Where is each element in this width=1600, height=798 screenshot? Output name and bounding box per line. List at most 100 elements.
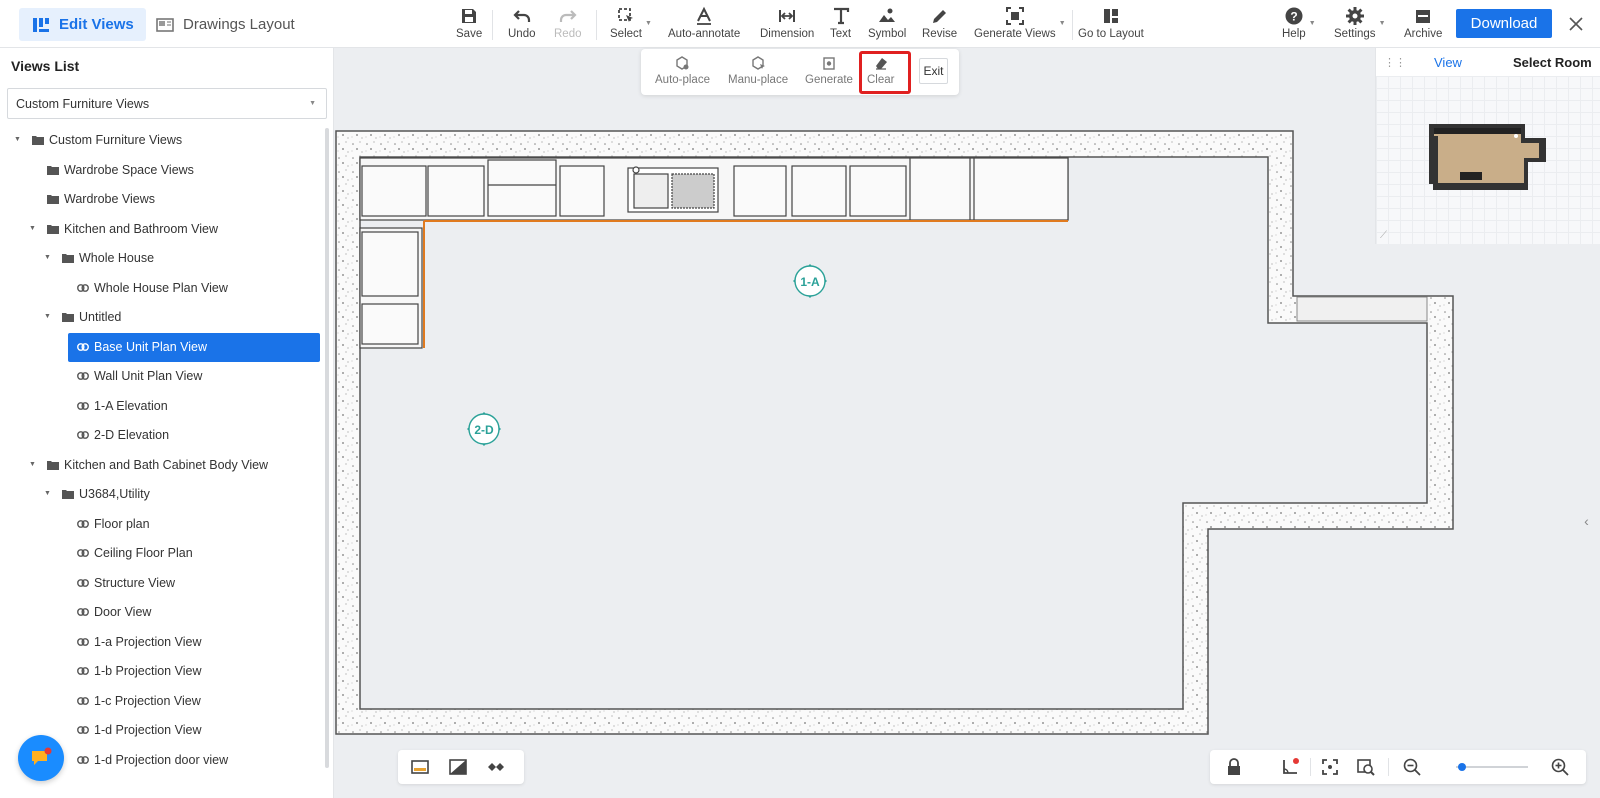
help-label: Help xyxy=(1282,28,1306,40)
tree-item[interactable]: Wardrobe Space Views xyxy=(0,156,320,185)
expand-caret-icon[interactable]: ▼ xyxy=(44,490,51,497)
tree-item[interactable]: 1-c Projection View xyxy=(0,687,320,716)
dimension-label: Dimension xyxy=(760,28,815,40)
tree-item[interactable]: Base Unit Plan View xyxy=(0,332,320,362)
auto-annotate-button[interactable]: Auto-annotate xyxy=(668,6,740,44)
view-type-select[interactable]: Custom Furniture Views ▼ xyxy=(7,88,327,119)
tree-item[interactable]: 1-A Elevation xyxy=(0,392,320,421)
tree-item[interactable]: Ceiling Floor Plan xyxy=(0,539,320,568)
tree-item[interactable]: Floor plan xyxy=(0,510,320,539)
symbol-toggle-button[interactable] xyxy=(486,757,506,777)
tree-item-label: Ceiling Floor Plan xyxy=(94,546,193,560)
tree-item[interactable]: ▼ Kitchen and Bath Cabinet Body View xyxy=(0,451,320,480)
tab-select-room[interactable]: Select Room xyxy=(1513,55,1592,70)
revise-button[interactable]: Revise xyxy=(922,6,957,44)
expand-caret-icon[interactable]: ▼ xyxy=(29,225,36,232)
symbol-icon xyxy=(879,8,896,22)
go-to-layout-button[interactable]: Go to Layout xyxy=(1078,6,1144,44)
redo-label: Redo xyxy=(554,28,582,40)
tree-item[interactable]: Whole House Plan View xyxy=(0,274,320,303)
snap-button[interactable] xyxy=(1280,757,1300,777)
zoom-in-button[interactable] xyxy=(1550,757,1570,777)
tree-item[interactable]: ▼ U3684,Utility xyxy=(0,480,320,509)
tree-item[interactable]: 2-D Elevation xyxy=(0,421,320,450)
link-icon xyxy=(76,369,90,383)
zoom-window-button[interactable] xyxy=(1356,757,1376,777)
folder-icon xyxy=(46,163,60,177)
toolbar-divider xyxy=(1072,10,1073,40)
link-icon xyxy=(76,546,90,560)
archive-label: Archive xyxy=(1404,28,1443,40)
tree-item[interactable]: ▼ Untitled xyxy=(0,303,320,332)
elevation-marker-1a[interactable]: 1-A xyxy=(793,264,827,298)
tree-item[interactable]: 1-a Projection View xyxy=(0,628,320,657)
expand-caret-icon[interactable]: ▼ xyxy=(29,461,36,468)
layer-button[interactable] xyxy=(410,757,430,777)
tree-item[interactable]: ▼ Custom Furniture Views xyxy=(0,126,320,155)
generate-views-button[interactable]: Generate Views ▼ xyxy=(974,6,1066,44)
zoom-window-icon xyxy=(1357,759,1375,776)
expand-panel-button[interactable]: ‹ xyxy=(1573,506,1600,536)
tree-item[interactable]: Door View xyxy=(0,598,320,627)
tree-item[interactable]: Wardrobe Views xyxy=(0,185,320,214)
tree-item[interactable]: 1-b Projection View xyxy=(0,657,320,686)
save-button[interactable]: Save xyxy=(456,6,482,44)
tree-item[interactable]: ▼ Kitchen and Bathroom View xyxy=(0,215,320,244)
tab-view[interactable]: View xyxy=(1434,55,1462,70)
lock-button[interactable] xyxy=(1224,757,1244,777)
chevron-down-icon: ▼ xyxy=(309,100,316,107)
tab-edit-views-label: Edit Views xyxy=(59,16,134,33)
exit-button[interactable]: Exit xyxy=(919,58,948,84)
undo-button[interactable]: Undo xyxy=(508,6,536,44)
manu-place-icon xyxy=(752,56,766,70)
manu-place-button[interactable]: Manu-place xyxy=(728,55,788,91)
chevron-down-icon: ▼ xyxy=(1378,20,1386,27)
tab-drawings-layout[interactable]: Drawings Layout xyxy=(143,8,307,41)
tree-item[interactable]: ▼ Whole House xyxy=(0,244,320,273)
select-button[interactable]: Select ▼ xyxy=(610,6,652,44)
link-icon xyxy=(76,605,90,619)
expand-caret-icon[interactable]: ▼ xyxy=(14,136,21,143)
redo-button[interactable]: Redo xyxy=(554,6,582,44)
tree-item[interactable]: Wall Unit Plan View xyxy=(0,362,320,391)
fill-toggle-icon xyxy=(449,759,467,775)
tree-item-label: Wardrobe Views xyxy=(64,192,156,206)
download-button[interactable]: Download xyxy=(1456,9,1552,38)
chat-icon xyxy=(32,747,52,765)
folder-icon xyxy=(31,133,45,147)
generate-views-icon xyxy=(1005,7,1024,25)
tree-item-label: Structure View xyxy=(94,575,176,590)
text-button[interactable]: Text xyxy=(830,6,851,44)
tree-item-label: Kitchen and Bathroom View xyxy=(64,221,219,236)
fill-toggle-button[interactable] xyxy=(448,757,468,777)
link-icon xyxy=(76,694,90,708)
dimension-button[interactable]: Dimension xyxy=(760,6,814,44)
tree-item[interactable]: Structure View xyxy=(0,569,320,598)
archive-button[interactable]: Archive xyxy=(1404,6,1442,44)
zoom-slider-handle[interactable] xyxy=(1457,763,1466,771)
sidebar-scrollbar[interactable] xyxy=(325,128,329,768)
symbol-button[interactable]: Symbol xyxy=(868,6,906,44)
resize-handle-icon[interactable]: ⟋ xyxy=(1380,230,1387,241)
auto-annotate-label: Auto-annotate xyxy=(668,28,741,40)
tab-edit-views[interactable]: Edit Views xyxy=(19,8,146,41)
close-button[interactable] xyxy=(1563,11,1589,37)
drag-handle-icon[interactable]: ⋮⋮ xyxy=(1384,56,1406,69)
settings-button[interactable]: Settings ▼ xyxy=(1334,6,1386,44)
tree-item-label: Untitled xyxy=(79,310,122,324)
wall-opening xyxy=(1296,296,1428,322)
auto-place-button[interactable]: Auto-place xyxy=(655,55,710,91)
help-button[interactable]: ? Help ▼ xyxy=(1282,6,1316,44)
text-icon xyxy=(833,7,849,25)
tree-item-label: Wall Unit Plan View xyxy=(94,369,203,383)
elevation-marker-2d[interactable]: 2-D xyxy=(467,412,501,446)
chat-support-button[interactable] xyxy=(18,735,64,781)
generate-button[interactable]: Generate xyxy=(805,55,853,91)
minimap-grid[interactable]: ⟋ xyxy=(1376,76,1600,244)
zoom-slider[interactable] xyxy=(1456,766,1528,768)
zoom-out-button[interactable] xyxy=(1402,757,1422,777)
expand-caret-icon[interactable]: ▼ xyxy=(44,254,51,261)
fit-view-button[interactable] xyxy=(1320,757,1340,777)
lock-icon xyxy=(1228,758,1240,775)
expand-caret-icon[interactable]: ▼ xyxy=(44,313,51,320)
